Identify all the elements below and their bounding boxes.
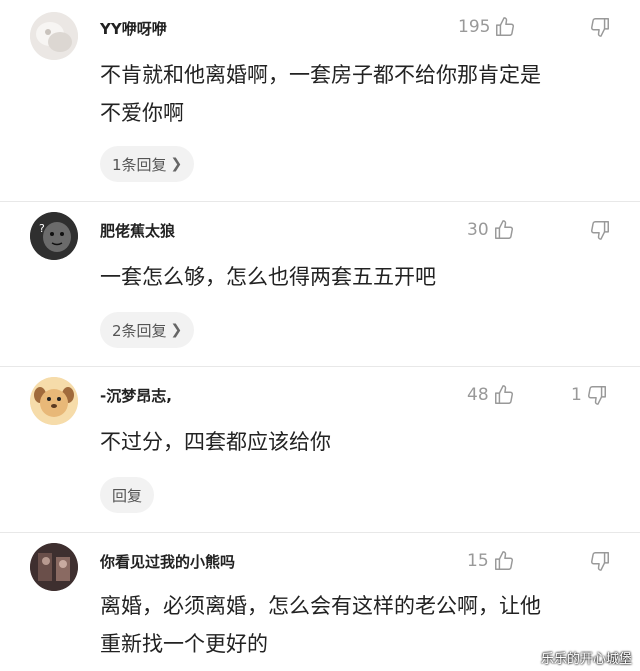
thumbs-up-icon <box>493 550 515 572</box>
reply-button[interactable]: 回复 <box>100 477 155 513</box>
thumbs-down-icon <box>589 550 611 572</box>
like-button[interactable]: 48 <box>467 384 515 406</box>
dislike-button[interactable] <box>585 219 611 241</box>
comment-item: -沉梦昂志, 48 1 不过分，四套都应该给你 回复 <box>0 367 640 532</box>
thumbs-down-icon <box>589 219 611 241</box>
comment-item: ? 肥佬蕉太狼 30 一套怎么够，怎么也得两套五五开吧 2条回复 ❯ <box>0 202 640 367</box>
avatar[interactable] <box>30 543 78 591</box>
like-count: 30 <box>467 220 489 240</box>
view-replies-button[interactable]: 1条回复 ❯ <box>100 146 195 182</box>
like-button[interactable]: 15 <box>467 550 515 572</box>
username[interactable]: 你看见过我的小熊吗 <box>100 551 235 572</box>
chevron-right-icon: ❯ <box>170 156 183 172</box>
view-replies-button[interactable]: 2条回复 ❯ <box>100 312 195 348</box>
like-count: 48 <box>467 385 489 405</box>
svg-text:?: ? <box>39 222 45 235</box>
avatar[interactable] <box>30 377 78 425</box>
like-button[interactable]: 30 <box>467 219 515 241</box>
dislike-button[interactable]: 1 <box>571 384 608 406</box>
comment-text: 离婚，必须离婚，怎么会有这样的老公啊，让他 重新找一个更好的 <box>100 594 541 656</box>
reply-count-label: 2条回复 <box>112 321 167 340</box>
comment-text: 不过分，四套都应该给你 <box>100 430 331 454</box>
like-count: 195 <box>458 17 491 37</box>
thumbs-down-icon <box>586 384 608 406</box>
reply-label: 回复 <box>112 486 143 505</box>
thumbs-up-icon <box>493 219 515 241</box>
avatar[interactable] <box>30 12 78 60</box>
username[interactable]: -沉梦昂志, <box>100 385 172 406</box>
reply-count-label: 1条回复 <box>112 155 167 174</box>
avatar[interactable]: ? <box>30 212 78 260</box>
comment-text: 不肯就和他离婚啊，一套房子都不给你那肯定是 不爱你啊 <box>100 63 541 125</box>
chevron-right-icon: ❯ <box>170 322 183 338</box>
thumbs-up-icon <box>494 16 516 38</box>
dislike-button[interactable] <box>585 16 611 38</box>
username[interactable]: 肥佬蕉太狼 <box>100 220 175 241</box>
dislike-count: 1 <box>571 385 582 405</box>
comment-text: 一套怎么够，怎么也得两套五五开吧 <box>100 265 436 289</box>
username[interactable]: YY咿呀咿 <box>100 18 167 39</box>
dislike-button[interactable] <box>585 550 611 572</box>
comment-item: YY咿呀咿 195 不肯就和他离婚啊，一套房子都不给你那肯定是 不爱你啊 1条回… <box>0 0 640 200</box>
watermark: 乐乐的开心城堡 <box>540 652 632 667</box>
like-count: 15 <box>467 551 489 571</box>
thumbs-up-icon <box>493 384 515 406</box>
like-button[interactable]: 195 <box>458 16 516 38</box>
thumbs-down-icon <box>589 16 611 38</box>
